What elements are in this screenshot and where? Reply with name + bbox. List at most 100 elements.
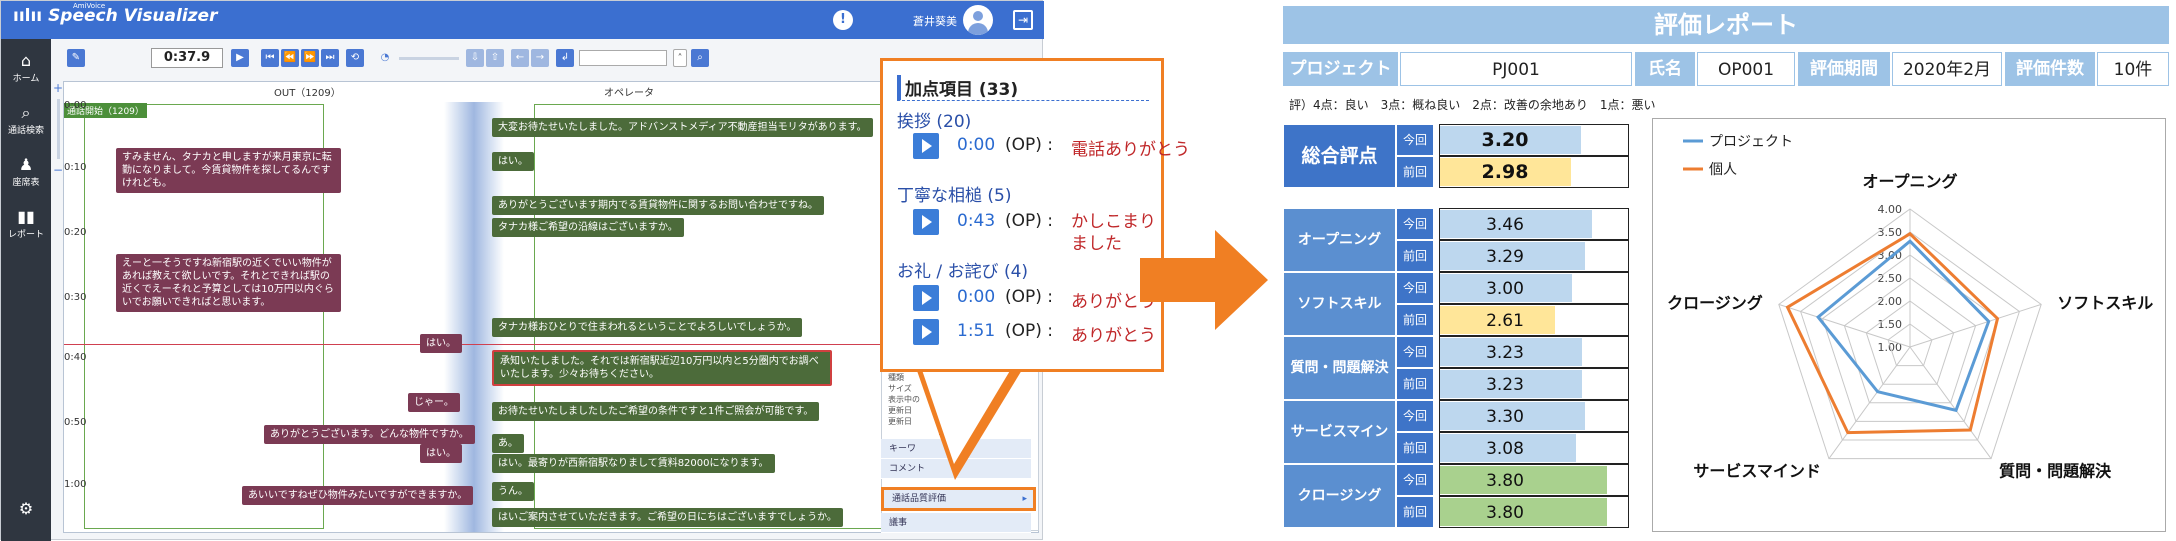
hit-speaker: (OP) :: [1005, 135, 1054, 155]
speed-slider[interactable]: [399, 57, 459, 60]
sidebar-item-seats[interactable]: ♟ 座席表: [1, 155, 51, 188]
loop-button[interactable]: ⟲: [346, 49, 364, 67]
speed-icon[interactable]: ◔: [376, 49, 394, 67]
name-label: 氏名: [1635, 52, 1695, 86]
user-name: 蒼井葵美: [913, 15, 957, 28]
pin-icon[interactable]: ✎: [67, 49, 85, 67]
sidebar-item-call-search[interactable]: ⌕ 通話検索: [1, 103, 51, 136]
category-greeting: 挨拶 (20): [897, 112, 972, 132]
skip-start-button[interactable]: ⏮: [261, 49, 279, 67]
hit-time[interactable]: 1:51: [957, 321, 995, 341]
logout-icon[interactable]: ⇥: [1013, 10, 1033, 30]
app-logo: ıılıı AmiVoice Speech Visualizer: [13, 2, 217, 26]
count-value: 10件: [2097, 52, 2169, 86]
tick-label: 2.50: [1878, 272, 1903, 285]
current-label: 今回: [1396, 336, 1434, 368]
overall-label: 総合評点: [1283, 124, 1396, 188]
hit-speaker: (OP) :: [1005, 287, 1054, 307]
operator-utterance[interactable]: お待たせいたしましたしたご希望の条件ですと1件ご照会が可能です。: [492, 402, 820, 421]
search-prev-icon[interactable]: ˄: [673, 49, 687, 67]
operator-utterance[interactable]: ありがとうございます期内でる賃貸物件に関するお問い合わせですね。: [492, 196, 824, 215]
tick-label: 3.50: [1878, 226, 1903, 239]
selected-operator-utterance[interactable]: 承知いたしました。それでは新宿駅近辺10万円以内と5分圏内でお調べいたします。少…: [492, 350, 832, 386]
brand-prefix: AmiVoice: [73, 2, 106, 10]
operator-utterance[interactable]: はいご案内させていただきます。ご希望の日にちはございますでしょうか。: [492, 508, 843, 527]
customer-utterance[interactable]: はい。: [420, 334, 462, 353]
operator-utterance[interactable]: はい。最寄りが西新宿駅なりまして賃料82000になります。: [492, 454, 775, 473]
next-button[interactable]: →: [531, 49, 549, 67]
forward-button[interactable]: ⏩: [301, 49, 319, 67]
info-icon[interactable]: !: [833, 10, 853, 30]
sidebar-item-report[interactable]: ▮▮ レポート: [1, 207, 51, 240]
count-label: 評価件数: [2005, 52, 2095, 86]
settings-button[interactable]: ⚙: [1, 499, 51, 519]
search-icon: ⌕: [21, 103, 31, 122]
overall-current-value: 3.20: [1481, 129, 1529, 151]
play-button[interactable]: ▶: [231, 49, 249, 67]
current-score-cell: 3.23: [1439, 336, 1629, 368]
current-score-value: 3.46: [1486, 215, 1524, 235]
customer-utterance[interactable]: ありがとうございます。どんな物件ですか。: [264, 425, 475, 444]
category-label: クロージング: [1283, 464, 1396, 528]
sidebar-item-home[interactable]: ⌂ ホーム: [1, 51, 51, 84]
home-icon: ⌂: [20, 51, 32, 70]
avatar[interactable]: [963, 5, 993, 35]
operator-utterance[interactable]: あ。: [492, 434, 524, 453]
current-score-value: 3.80: [1486, 471, 1524, 491]
hit-time[interactable]: 0:00: [957, 287, 995, 307]
play-icon[interactable]: [913, 209, 939, 235]
tick-label: 4.00: [1878, 203, 1903, 216]
legend-label: 個人: [1709, 162, 1737, 178]
search-button[interactable]: ⌕: [691, 49, 709, 67]
play-icon[interactable]: [913, 319, 939, 345]
sidebar-item-label: レポート: [7, 230, 44, 240]
playback-time[interactable]: 0:37.9: [151, 48, 223, 68]
previous-score-cell: 3.08: [1439, 432, 1629, 464]
evaluation-report: 評価レポート プロジェクト PJ001 氏名 OP001 評価期間 2020年2…: [1283, 0, 2173, 540]
current-label: 今回: [1396, 400, 1434, 432]
operator-utterance[interactable]: うん。: [492, 482, 534, 501]
sidebar-item-label: 座席表: [12, 178, 40, 188]
skip-end-button[interactable]: ⏭: [321, 49, 339, 67]
search-input[interactable]: [579, 50, 667, 66]
download-button[interactable]: ⇩: [466, 49, 484, 67]
upload-button[interactable]: ⇧: [486, 49, 504, 67]
play-icon[interactable]: [913, 285, 939, 311]
seat-icon: ♟: [18, 155, 34, 174]
customer-utterance[interactable]: あいいですねぜひ物件みたいですができますか。: [242, 486, 474, 505]
previous-label: 前回: [1396, 368, 1434, 400]
rewind-button[interactable]: ⏪: [281, 49, 299, 67]
operator-utterance[interactable]: タナカ様おひとりで住まわれるということでよろしいでしょうか。: [492, 318, 803, 337]
operator-utterance[interactable]: はい。: [492, 152, 534, 171]
previous-score-value: 3.23: [1486, 375, 1524, 395]
panel-menu-call-quality-eval[interactable]: 通話品質評価 ▸: [881, 487, 1036, 511]
jump-button[interactable]: ↲: [556, 49, 574, 67]
customer-utterance[interactable]: すみません、タナカと申しますが来月東京に転勤になりまして。今賃貸物件を探してるん…: [116, 148, 341, 193]
customer-utterance[interactable]: はい。: [420, 444, 462, 463]
period-value: 2020年2月: [1892, 52, 2002, 86]
timestamp: 0:20: [64, 227, 87, 238]
logo-waveform-icon: ıılıı: [13, 6, 43, 26]
chevron-right-icon: ▸: [1022, 494, 1027, 504]
customer-utterance[interactable]: えーと一そうですね新宿駅の近くでいい物件があれば教えて欲しいです。それとできれば…: [116, 254, 341, 312]
play-icon[interactable]: [913, 133, 939, 159]
legend-label: プロジェクト: [1709, 134, 1793, 150]
customer-utterance[interactable]: じゃー。: [408, 393, 460, 412]
sidebar-item-label: ホーム: [12, 74, 40, 84]
operator-utterance[interactable]: タナカ様ご希望の沿線はございますか。: [492, 218, 684, 237]
axis-label: 質問・問題解決: [1999, 462, 2112, 481]
overall-previous-label: 前回: [1396, 156, 1434, 188]
current-score-value: 3.30: [1486, 407, 1524, 427]
panel-menu-minutes[interactable]: 議事: [881, 513, 1031, 533]
hit-time[interactable]: 0:00: [957, 135, 995, 155]
prev-button[interactable]: ←: [511, 49, 529, 67]
operator-utterance[interactable]: 大変お待たせいたしました。アドバンストメディア不動産担当モリタがあります。: [492, 118, 873, 137]
category-polite-backchannel: 丁寧な相槌 (5): [897, 186, 1012, 206]
hit-speaker: (OP) :: [1005, 211, 1054, 231]
scale-note: 評）4点：良い 3点：概ね良い 2点：改善の余地あり 1点：悪い: [1289, 98, 1656, 112]
hit-time[interactable]: 0:43: [957, 211, 995, 231]
previous-score-value: 3.80: [1486, 503, 1524, 523]
previous-score-cell: 2.61: [1439, 304, 1629, 336]
category-thanks-apology: お礼 / お詫び (4): [897, 262, 1029, 282]
report-title: 評価レポート: [1283, 6, 2169, 44]
